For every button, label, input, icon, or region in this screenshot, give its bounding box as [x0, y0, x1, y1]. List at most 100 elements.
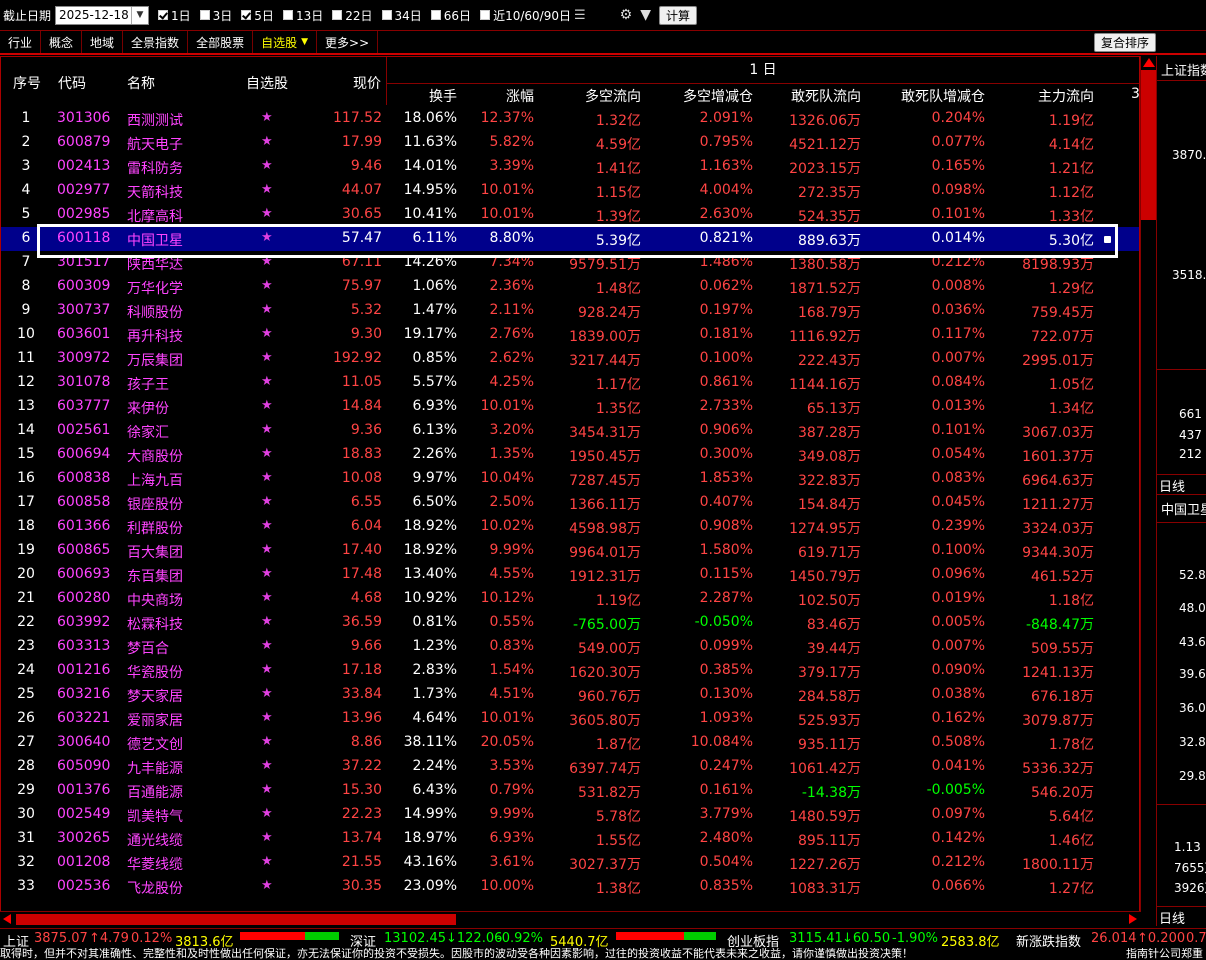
tab-item[interactable]: 行业	[0, 31, 42, 53]
header-metric[interactable]: 多空增减仓	[683, 86, 753, 106]
table-row[interactable]: 21 600280 中央商场 ★ 4.68 10.92% 10.12% 1.19亿 2.287%…	[1, 587, 1139, 611]
favorite-star-icon[interactable]: ★	[261, 782, 273, 797]
day-line-label[interactable]: 日线	[1159, 476, 1185, 495]
chevron-down-icon[interactable]: ▼	[131, 6, 148, 24]
favorite-star-icon[interactable]: ★	[261, 710, 273, 725]
scroll-thumb-horizontal[interactable]	[16, 914, 456, 925]
period-checkbox[interactable]: 1日	[158, 7, 191, 24]
favorite-star-icon[interactable]: ★	[261, 446, 273, 461]
favorite-star-icon[interactable]: ★	[261, 830, 273, 845]
table-row[interactable]: 19 600865 百大集团 ★ 17.40 18.92% 9.99% 9964.01万 1.5…	[1, 539, 1139, 563]
table-row[interactable]: 25 603216 梦天家居 ★ 33.84 1.73% 4.51% 960.76万 0.130…	[1, 683, 1139, 707]
favorite-star-icon[interactable]: ★	[261, 278, 273, 293]
composite-sort-button[interactable]: 复合排序	[1093, 33, 1156, 52]
period-checkbox[interactable]: 13日	[282, 7, 323, 24]
header-code[interactable]: 代码	[58, 73, 86, 93]
horizontal-scrollbar[interactable]	[0, 911, 1140, 927]
table-row[interactable]: 5 002985 北摩高科 ★ 30.65 10.41% 10.01% 1.39亿 2.630%…	[1, 203, 1139, 227]
chevron-down-icon[interactable]: ▼	[301, 37, 308, 47]
favorite-star-icon[interactable]: ★	[261, 806, 273, 821]
header-name[interactable]: 名称	[127, 73, 155, 93]
scroll-right-icon[interactable]	[1129, 914, 1137, 924]
table-row[interactable]: 23 603313 梦百合 ★ 9.66 1.23% 0.83% 549.00万 0.099% 3…	[1, 635, 1139, 659]
table-row[interactable]: 17 600858 银座股份 ★ 6.55 6.50% 2.50% 1366.11万 0.407…	[1, 491, 1139, 515]
table-row[interactable]: 24 001216 华瓷股份 ★ 17.18 2.83% 1.54% 1620.30万 0.38…	[1, 659, 1139, 683]
favorite-star-icon[interactable]: ★	[261, 470, 273, 485]
header-index[interactable]: 序号	[13, 73, 41, 93]
tab-item[interactable]: 概念	[41, 31, 83, 53]
checkbox-box[interactable]	[282, 10, 293, 20]
table-row[interactable]: 10 603601 再升科技 ★ 9.30 19.17% 2.76% 1839.00万 0.18…	[1, 323, 1139, 347]
table-row[interactable]: 32 001208 华菱线缆 ★ 21.55 43.16% 3.61% 3027.37万 0.5…	[1, 851, 1139, 875]
scroll-thumb[interactable]	[1141, 70, 1156, 220]
favorite-star-icon[interactable]: ★	[261, 590, 273, 605]
checkbox-box[interactable]	[158, 10, 169, 20]
scroll-up-icon[interactable]	[1143, 58, 1155, 67]
filter-icon[interactable]: ▼	[640, 7, 651, 23]
table-row[interactable]: 31 300265 通光线缆 ★ 13.74 18.97% 6.93% 1.55亿 2.480%…	[1, 827, 1139, 851]
header-metric[interactable]: 主力流向	[1038, 86, 1094, 106]
favorite-star-icon[interactable]: ★	[261, 158, 273, 173]
table-row[interactable]: 7 301517 陕西华达 ★ 67.11 14.26% 7.34% 9579.51万 1.48…	[1, 251, 1139, 275]
favorite-star-icon[interactable]: ★	[261, 614, 273, 629]
table-row[interactable]: 14 002561 徐家汇 ★ 9.36 6.13% 3.20% 3454.31万 0.906%…	[1, 419, 1139, 443]
favorite-star-icon[interactable]: ★	[261, 230, 273, 245]
period-checkbox[interactable]: 66日	[430, 7, 471, 24]
tab-item[interactable]: 全部股票	[188, 31, 254, 53]
date-picker[interactable]: 2025-12-18 ▼	[55, 5, 150, 25]
table-row[interactable]: 16 600838 上海九百 ★ 10.08 9.97% 10.04% 7287.45万 1.8…	[1, 467, 1139, 491]
favorite-star-icon[interactable]: ★	[261, 110, 273, 125]
day-line-label-bottom[interactable]: 日线	[1159, 908, 1185, 926]
table-row[interactable]: 18 601366 利群股份 ★ 6.04 18.92% 10.02% 4598.98万 0.9…	[1, 515, 1139, 539]
favorite-star-icon[interactable]: ★	[261, 206, 273, 221]
table-row[interactable]: 28 605090 九丰能源 ★ 37.22 2.24% 3.53% 6397.74万 0.24…	[1, 755, 1139, 779]
favorite-star-icon[interactable]: ★	[261, 374, 273, 389]
header-metric[interactable]: 敢死队增减仓	[901, 86, 985, 106]
table-row[interactable]: 33 002536 飞龙股份 ★ 30.35 23.09% 10.00% 1.38亿 0.835…	[1, 875, 1139, 899]
scroll-left-icon[interactable]	[3, 914, 11, 924]
table-row[interactable]: 8 600309 万华化学 ★ 75.97 1.06% 2.36% 1.48亿 0.062% 18…	[1, 275, 1139, 299]
favorite-star-icon[interactable]: ★	[261, 566, 273, 581]
table-row[interactable]: 4 002977 天箭科技 ★ 44.07 14.95% 10.01% 1.15亿 4.004%…	[1, 179, 1139, 203]
checkbox-box[interactable]	[381, 10, 392, 20]
favorite-star-icon[interactable]: ★	[261, 734, 273, 749]
favorite-star-icon[interactable]: ★	[261, 638, 273, 653]
favorite-star-icon[interactable]: ★	[261, 494, 273, 509]
table-row[interactable]: 15 600694 大商股份 ★ 18.83 2.26% 1.35% 1950.45万 0.30…	[1, 443, 1139, 467]
checkbox-box[interactable]	[199, 10, 210, 20]
favorite-star-icon[interactable]: ★	[261, 854, 273, 869]
table-row[interactable]: 13 603777 来伊份 ★ 14.84 6.93% 10.01% 1.35亿 2.733% 6…	[1, 395, 1139, 419]
favorite-star-icon[interactable]: ★	[261, 518, 273, 533]
header-metric[interactable]: 多空流向	[585, 86, 641, 106]
table-row[interactable]: 3 002413 雷科防务 ★ 9.46 14.01% 3.39% 1.41亿 1.163% 20…	[1, 155, 1139, 179]
favorite-star-icon[interactable]: ★	[261, 662, 273, 677]
favorite-star-icon[interactable]: ★	[261, 182, 273, 197]
table-row[interactable]: 1 301306 西测测试 ★ 117.52 18.06% 12.37% 1.32亿 2.091…	[1, 107, 1139, 131]
period-checkbox[interactable]: 5日	[241, 7, 274, 24]
vertical-scrollbar[interactable]	[1140, 56, 1157, 912]
period-checkbox[interactable]: 3日	[199, 7, 232, 24]
header-favorite[interactable]: 自选股	[246, 73, 288, 93]
favorite-star-icon[interactable]: ★	[261, 254, 273, 269]
tab-item[interactable]: 自选股 ▼	[253, 31, 318, 53]
table-row[interactable]: 11 300972 万辰集团 ★ 192.92 0.85% 2.62% 3217.44万 0.1…	[1, 347, 1139, 371]
table-row[interactable]: 6 600118 中国卫星 ★ 57.47 6.11% 8.80% 5.39亿 0.821% 88…	[1, 227, 1139, 251]
table-row[interactable]: 22 603992 松霖科技 ★ 36.59 0.81% 0.55% -765.00万 -0.0…	[1, 611, 1139, 635]
favorite-star-icon[interactable]: ★	[261, 398, 273, 413]
period-checkbox[interactable]: 34日	[381, 7, 422, 24]
list-icon[interactable]: ☰	[574, 8, 586, 23]
favorite-star-icon[interactable]: ★	[261, 878, 273, 893]
header-metric[interactable]: 敢死队流向	[791, 86, 861, 106]
table-row[interactable]: 26 603221 爱丽家居 ★ 13.96 4.64% 10.01% 3605.80万 1.0…	[1, 707, 1139, 731]
tab-item[interactable]: 更多>>	[317, 31, 379, 53]
checkbox-box[interactable]	[480, 10, 491, 20]
favorite-star-icon[interactable]: ★	[261, 686, 273, 701]
favorite-star-icon[interactable]: ★	[261, 542, 273, 557]
tab-item[interactable]: 全景指数	[123, 31, 189, 53]
table-row[interactable]: 29 001376 百通能源 ★ 15.30 6.43% 0.79% 531.82万 0.161…	[1, 779, 1139, 803]
favorite-star-icon[interactable]: ★	[261, 350, 273, 365]
favorite-star-icon[interactable]: ★	[261, 422, 273, 437]
header-price[interactable]: 现价	[353, 73, 381, 93]
checkbox-box[interactable]	[332, 10, 343, 20]
favorite-star-icon[interactable]: ★	[261, 302, 273, 317]
